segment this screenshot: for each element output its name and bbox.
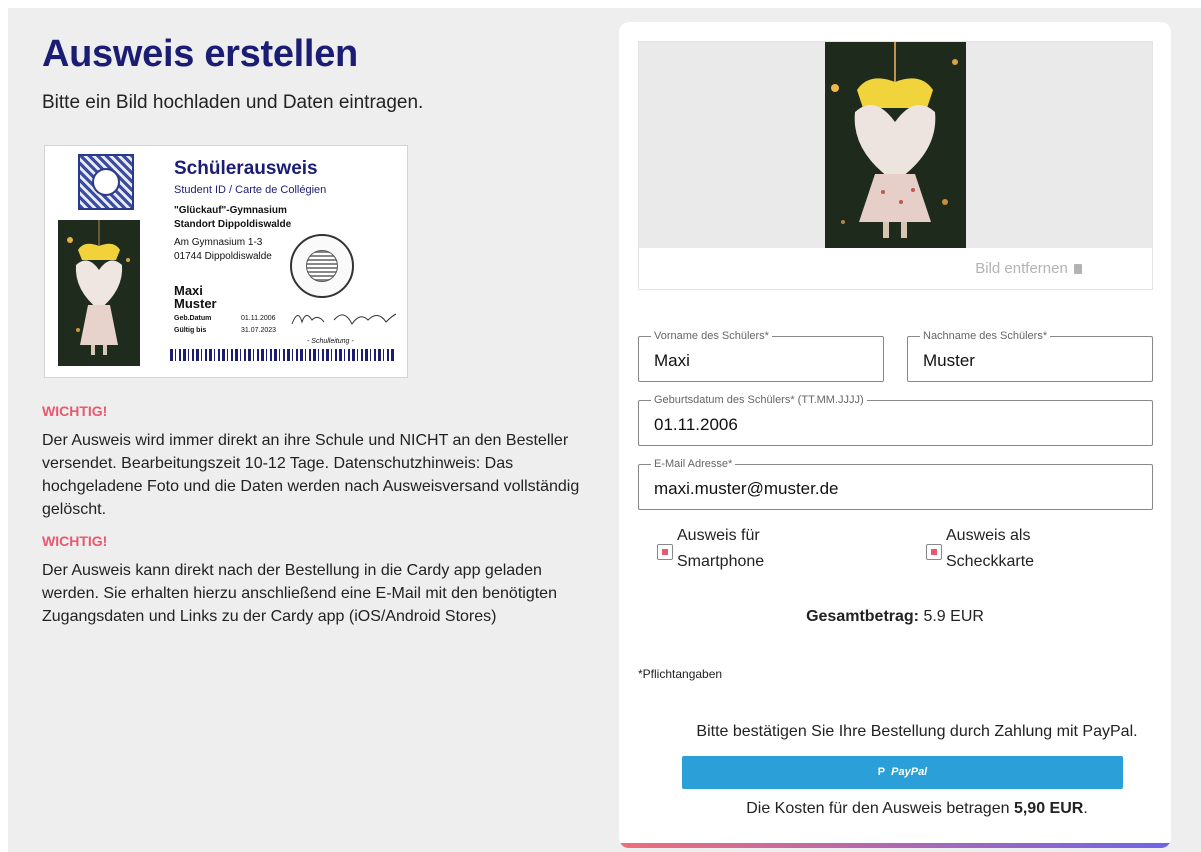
firstname-value[interactable]: Maxi: [654, 351, 690, 371]
card-checkbox[interactable]: [926, 544, 942, 560]
cost-value: 5,90 EUR: [1013, 800, 1084, 817]
card-option-label[interactable]: Ausweis als Scheckkarte: [946, 523, 1034, 575]
signature-caption: - Schulleitung -: [307, 338, 354, 345]
card-school-line1: "Glückauf"-Gymnasium: [174, 205, 287, 216]
firstname-field[interactable]: Vorname des Schülers* Maxi: [638, 329, 884, 382]
card-valid-label: Gültig bis: [174, 327, 207, 334]
birthdate-value[interactable]: 01.11.2006: [654, 415, 738, 435]
lastname-label: Nachname des Schülers*: [920, 329, 1051, 343]
smartphone-checkbox[interactable]: [657, 544, 673, 560]
birthdate-field[interactable]: Geburtsdatum des Schülers* (TT.MM.JJJJ) …: [638, 393, 1153, 446]
card-name: Maxi Muster: [174, 284, 217, 310]
total-amount: Gesamtbetrag: 5.9 EUR: [619, 608, 1171, 626]
birthdate-label: Geburtsdatum des Schülers* (TT.MM.JJJJ): [651, 393, 867, 407]
card-last-name: Muster: [174, 296, 217, 311]
card-photo: [58, 220, 140, 366]
smartphone-option-line2: Smartphone: [677, 553, 765, 570]
smartphone-option-label[interactable]: Ausweis für Smartphone: [677, 523, 764, 575]
crest-icon: [78, 154, 134, 210]
card-valid-value: 31.07.2023: [241, 327, 277, 334]
cost-text-label: Die Kosten für den Ausweis betragen: [746, 800, 1010, 817]
remove-image-button[interactable]: Bild entfernen: [975, 260, 1082, 277]
panel-gradient-border: [619, 843, 1171, 848]
card-option-line1: Ausweis als: [946, 527, 1031, 544]
card-subtitle: Student ID / Carte de Collégien: [174, 184, 327, 196]
remove-image-label: Bild entfernen: [975, 260, 1068, 277]
barcode: [170, 349, 396, 361]
left-column: Ausweis erstellen Bitte ein Bild hochlad…: [42, 32, 602, 625]
card-address-line1: Am Gymnasium 1-3: [174, 237, 263, 248]
total-value: 5.9 EUR: [923, 608, 984, 625]
paypal-button[interactable]: P PayPal: [682, 756, 1123, 789]
email-field[interactable]: E-Mail Adresse* maxi.muster@muster.de: [638, 457, 1153, 510]
page-title: Ausweis erstellen: [42, 33, 358, 75]
total-label: Gesamtbetrag:: [806, 608, 919, 625]
card-option-line2: Scheckkarte: [946, 553, 1035, 570]
paypal-label: PayPal: [891, 766, 928, 778]
cost-text: Die Kosten für den Ausweis betragen 5,90…: [619, 800, 1171, 818]
info-section: WICHTIG! Der Ausweis wird immer direkt a…: [42, 403, 602, 640]
card-address-line2: 01744 Dippoldiswalde: [174, 251, 272, 262]
email-value[interactable]: maxi.muster@muster.de: [654, 479, 838, 499]
card-school-line2: Standort Dippoldiswalde: [174, 219, 292, 230]
signature-icon: [291, 313, 397, 325]
confirm-text: Bitte bestätigen Sie Ihre Bestellung dur…: [696, 723, 1138, 740]
image-preview-area: [639, 42, 1152, 248]
card-title: Schülerausweis: [174, 158, 318, 179]
card-birth-label: Geb.Datum: [174, 315, 212, 322]
email-label: E-Mail Adresse*: [651, 457, 736, 471]
card-birth-value: 01.11.2006: [241, 315, 276, 322]
card-address: Am Gymnasium 1-3 01744 Dippoldiswalde: [174, 236, 272, 264]
image-upload-box[interactable]: Bild entfernen: [638, 41, 1153, 290]
firstname-label: Vorname des Schülers*: [651, 329, 772, 343]
lastname-value[interactable]: Muster: [923, 351, 975, 371]
trash-icon: [1074, 264, 1082, 274]
info-text-1: Der Ausweis wird immer direkt an ihre Sc…: [42, 432, 580, 518]
cost-suffix: .: [1083, 800, 1088, 817]
uploaded-image: [825, 42, 966, 248]
warning-heading-2: WICHTIG!: [42, 533, 108, 549]
paypal-logo-icon: P: [877, 766, 886, 778]
order-panel: Bild entfernen Vorname des Schülers* Max…: [619, 22, 1171, 848]
smartphone-option-line1: Ausweis für: [677, 527, 760, 544]
card-school: "Glückauf"-Gymnasium Standort Dippoldisw…: [174, 204, 291, 232]
stamp-icon: [290, 234, 354, 298]
page-background: Ausweis erstellen Bitte ein Bild hochlad…: [8, 8, 1201, 852]
required-note: *Pflichtangaben: [638, 667, 723, 681]
lastname-field[interactable]: Nachname des Schülers* Muster: [907, 329, 1153, 382]
warning-heading-1: WICHTIG!: [42, 403, 108, 419]
id-card-preview: Schülerausweis Student ID / Carte de Col…: [44, 145, 408, 378]
page-subtitle: Bitte ein Bild hochladen und Daten eintr…: [42, 92, 424, 113]
info-text-2: Der Ausweis kann direkt nach der Bestell…: [42, 562, 557, 625]
